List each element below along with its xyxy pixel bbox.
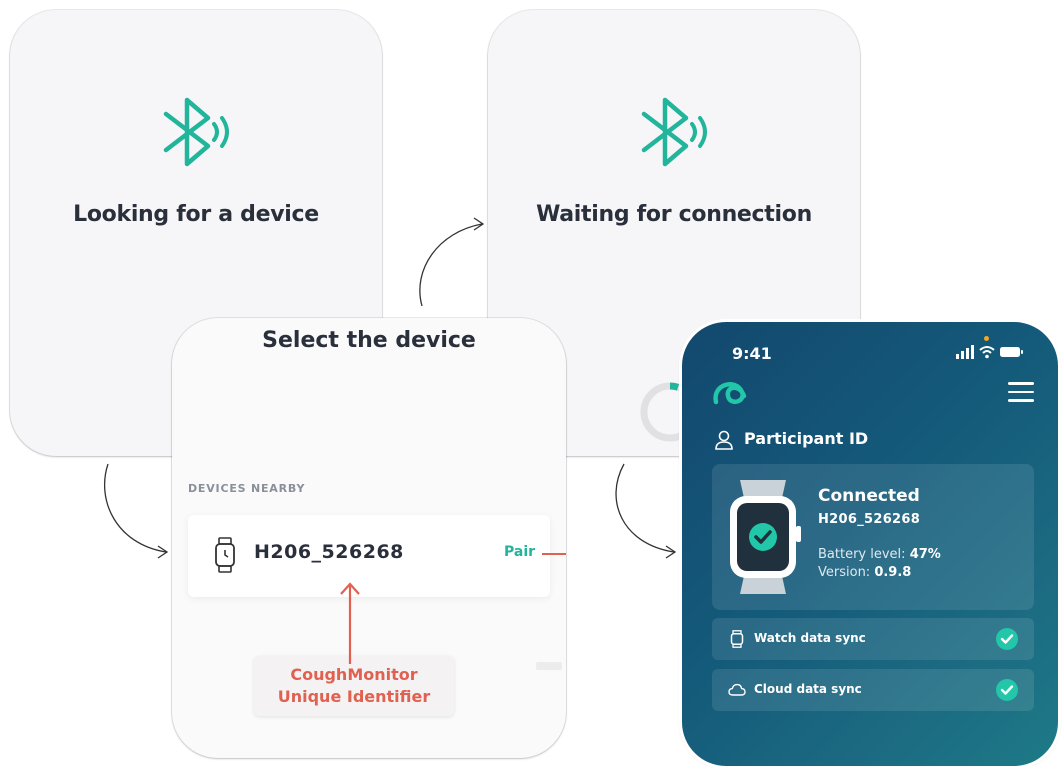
menu-button[interactable]: [1008, 382, 1034, 402]
cloud-data-sync-label: Cloud data sync: [754, 682, 862, 696]
bluetooth-icon: [634, 88, 714, 178]
flow-arrow-to-phone: [615, 463, 677, 559]
device-list-item[interactable]: H206_526268 Pair: [188, 515, 566, 597]
devices-nearby-heading: DEVICES NEARBY: [188, 482, 306, 495]
app-logo-icon: [713, 382, 747, 405]
connected-phone-screen: 9:41 Participant ID Connected H206_52626…: [682, 322, 1058, 766]
looking-title: Looking for a device: [73, 202, 319, 227]
arrow-up-icon: [340, 582, 360, 664]
bluetooth-icon: [156, 88, 236, 178]
watch-icon: [215, 537, 235, 573]
battery-level-value: 47%: [909, 547, 941, 562]
version-value: 0.9.8: [874, 565, 912, 580]
watch-data-sync-label: Watch data sync: [754, 631, 866, 645]
device-identifier: H206_526268: [254, 541, 404, 563]
cloud-icon: [728, 683, 746, 696]
flow-arrow-to-waiting: [419, 217, 485, 307]
callout-line-2: Unique Identifier: [277, 687, 431, 706]
battery-icon: [1000, 347, 1023, 357]
pair-button[interactable]: Pair: [504, 544, 535, 560]
cloud-data-sync-row: Cloud data sync: [712, 669, 1034, 711]
signal-icon: [956, 345, 974, 359]
select-device-screen: Select the device DEVICES NEARBY H206_52…: [172, 318, 566, 758]
smartwatch-connected-icon: [730, 480, 801, 594]
user-icon: [715, 430, 733, 450]
check-circle-icon: [996, 679, 1018, 701]
flow-arrow-to-select: [104, 463, 169, 559]
connection-status-card: Connected H206_526268 Battery level: 47%…: [712, 464, 1034, 610]
connection-status: Connected: [818, 486, 920, 506]
connected-device-id: H206_526268: [818, 512, 921, 527]
status-bar-time: 9:41: [732, 344, 772, 363]
callout-line-1: CoughMonitor: [290, 665, 418, 684]
battery-level-line: Battery level: 47%: [818, 547, 941, 562]
select-title: Select the device: [262, 328, 476, 353]
waiting-title: Waiting for connection: [536, 202, 812, 227]
participant-id-label: Participant ID: [744, 429, 869, 448]
check-circle-icon: [996, 628, 1018, 650]
menu-icon: [1008, 382, 1034, 385]
wifi-icon: [979, 346, 995, 359]
watch-data-sync-row: Watch data sync: [712, 618, 1034, 660]
pair-pointer-line: [542, 553, 566, 555]
privacy-indicator-dot: [984, 336, 989, 341]
watch-icon: [730, 630, 744, 648]
unique-identifier-callout: CoughMonitor Unique Identifier: [254, 656, 454, 716]
version-line: Version: 0.9.8: [818, 565, 912, 580]
scroll-indicator: [536, 662, 562, 670]
status-bar-icons: [956, 345, 1023, 359]
